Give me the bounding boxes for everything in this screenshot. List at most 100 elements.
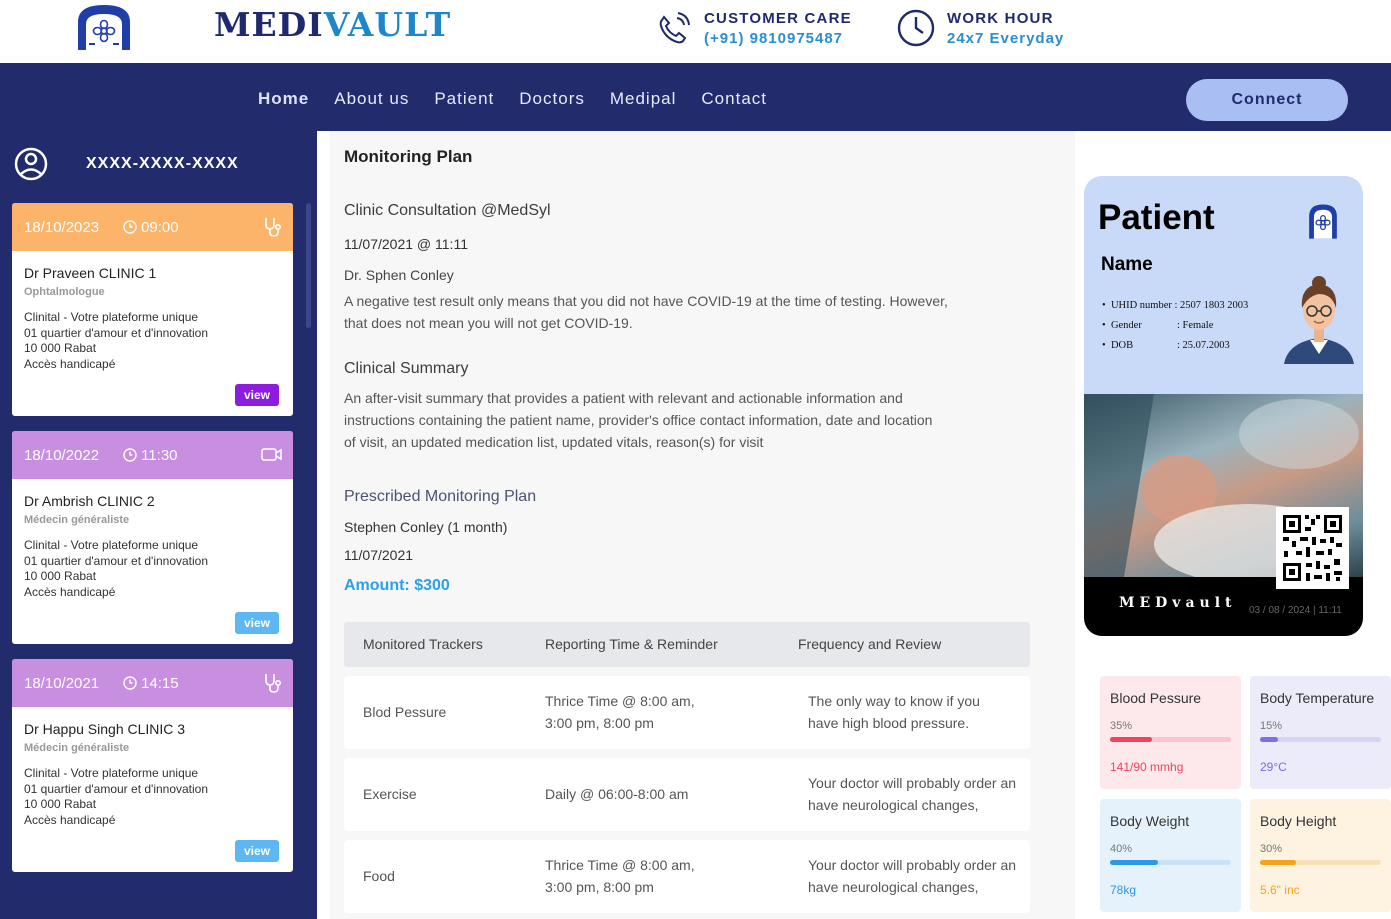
dob-value: : 25.07.2003 [1176,340,1230,351]
consultation-text: A negative test result only means that y… [344,290,948,334]
table-row[interactable]: Food Thrice Time @ 8:00 am, 3:00 pm, 8:00… [344,840,1030,913]
appointment-date: 18/10/2022 [24,446,100,464]
vital-progress-fill [1260,737,1279,742]
detail-dob: • DOB: 25.07.2003 [1102,340,1230,351]
user-avatar-icon[interactable] [14,145,48,183]
medivault-logo-icon [1309,204,1337,239]
medivault-logo-icon[interactable] [74,2,134,52]
column-header[interactable]: Monitored Trackers [363,636,483,652]
vital-percent: 40% [1110,843,1133,855]
detail-uhid: • UHID number : 2507 1803 2003 [1102,300,1249,311]
cell-line: have neurological changes, [808,797,979,813]
address-line: 10 000 Rabat [24,797,97,811]
address-line: 01 quartier d'amour et d'innovation [24,781,209,796]
consultation-datetime: 11/07/2021 @ 11:11 [344,236,468,252]
customer-care-label: CUSTOMER CARE [704,9,852,27]
address-line: Clinital - Votre plateforme unique [24,766,199,780]
vital-body-temperature[interactable]: Body Temperature 15% 29°C [1250,676,1391,789]
tracker-cell: Food [363,868,395,884]
customer-care: CUSTOMER CARE (+91) 9810975487 [652,6,852,50]
address-line: 10 000 Rabat [24,341,97,355]
clinic-address: Clinital - Votre plateforme unique 01 qu… [24,310,281,372]
vital-progress-bar [1260,860,1381,865]
appointment-card[interactable]: 18/10/2022 11:30 Dr Ambrish CLINIC 2 Méd… [12,431,293,644]
vital-blood-pressure[interactable]: Blood Pessure 35% 141/90 mmhg [1100,676,1241,789]
text-line: that does not mean you will not get COVI… [344,315,633,331]
clinic-address: Clinital - Votre plateforme unique 01 qu… [24,538,281,600]
clock-icon [123,676,137,690]
main-navigation: Home About us Patient Doctors Medipal Co… [0,63,1391,131]
nav-patient[interactable]: Patient [434,89,494,109]
brand-part-1: MEDI [214,5,324,44]
vital-body-weight[interactable]: Body Weight 40% 78kg [1100,799,1241,912]
appointment-header: 18/10/2021 14:15 [12,659,293,707]
address-line: 01 quartier d'amour et d'innovation [24,553,209,568]
time-cell: Daily @ 06:00-8:00 am [545,786,689,802]
vital-progress-fill [1260,860,1297,865]
brand-name[interactable]: MEDIVAULT [214,5,451,44]
plan-date: 11/07/2021 [344,547,414,563]
column-header[interactable]: Reporting Time & Reminder [545,636,718,652]
table-row[interactable]: Exercise Daily @ 06:00-8:00 am Your doct… [344,758,1030,831]
table-row[interactable]: Blod Pessure Thrice Time @ 8:00 am, 3:00 … [344,676,1030,749]
qr-code[interactable] [1276,507,1349,589]
patient-avatar [1284,276,1354,364]
cell-line: The only way to know if you [808,693,980,709]
top-header: MEDIVAULT CUSTOMER CARE (+91) 9810975487… [0,0,1391,63]
appointment-card[interactable]: 18/10/2023 09:00 Dr Praveen CLINIC 1 Oph… [12,203,293,416]
cell-line: have neurological changes, [808,879,979,895]
vital-name: Body Height [1260,813,1337,829]
table-header: Monitored Trackers Reporting Time & Remi… [344,622,1030,667]
nav-about-us[interactable]: About us [334,89,409,109]
consultation-doctor: Dr. Sphen Conley [344,267,454,283]
vital-value: 141/90 mmhg [1110,760,1184,774]
doctor-name: Dr Happu Singh CLINIC 3 [24,721,186,737]
clock-icon [123,448,137,462]
customer-care-phone[interactable]: (+91) 9810975487 [704,30,852,47]
time-cell: Thrice Time @ 8:00 am, 3:00 pm, 8:00 pm [545,854,695,898]
cell-line: have high blood pressure. [808,715,970,731]
frequency-cell: Your doctor will probably order an have n… [808,772,1016,816]
user-row: XXXX-XXXX-XXXX [14,145,239,183]
view-button[interactable]: view [235,612,279,634]
plan-amount: Amount: $300 [344,577,450,594]
tracker-cell: Exercise [363,786,417,802]
phone-icon [659,12,690,44]
gender-label: Gender [1110,320,1142,331]
address-line: Clinital - Votre plateforme unique [24,310,199,324]
qr-code-icon [1283,515,1342,581]
view-button[interactable]: view [235,384,279,406]
cell-line: Your doctor will probably order an [808,775,1017,791]
monitoring-plan-title: Prescribed Monitoring Plan [344,488,537,505]
clock-icon [897,9,935,47]
clinical-summary-text: An after-visit summary that provides a p… [344,387,932,453]
appointment-date: 18/10/2023 [24,218,100,236]
gender-value: : Female [1176,320,1214,331]
frequency-cell: The only way to know if you have high blo… [808,690,980,734]
vital-value: 78kg [1110,883,1137,897]
sidebar-scrollbar[interactable] [306,203,311,328]
cell-line: 3:00 pm, 8:00 pm [545,715,654,731]
page-title: Monitoring Plan [344,147,473,166]
view-button[interactable]: view [235,840,279,862]
nav-home[interactable]: Home [258,89,309,109]
vital-name: Body Temperature [1260,690,1375,706]
text-line: A negative test result only means that y… [344,293,948,309]
work-hour-label: WORK HOUR [947,9,1054,27]
vital-body-height[interactable]: Body Height 30% 5.6" inc [1250,799,1391,912]
vital-percent: 15% [1260,720,1283,732]
vital-name: Blood Pessure [1110,690,1202,706]
connect-button[interactable]: Connect [1186,79,1348,121]
vital-percent: 30% [1260,843,1283,855]
appointment-card[interactable]: 18/10/2021 14:15 Dr Happu Singh CLINIC 3… [12,659,293,872]
nav-doctors[interactable]: Doctors [519,89,585,109]
nav-contact[interactable]: Contact [701,89,767,109]
vital-progress-fill [1110,737,1153,742]
vital-progress-bar [1110,737,1231,742]
plan-patient: Stephen Conley (1 month) [344,519,508,535]
column-header[interactable]: Frequency and Review [798,636,941,652]
nav-medipal[interactable]: Medipal [610,89,677,109]
consultation-title: Clinic Consultation @MedSyl [344,202,551,219]
id-card-title: Patient [1098,198,1215,237]
doctor-name: Dr Ambrish CLINIC 2 [24,493,155,509]
